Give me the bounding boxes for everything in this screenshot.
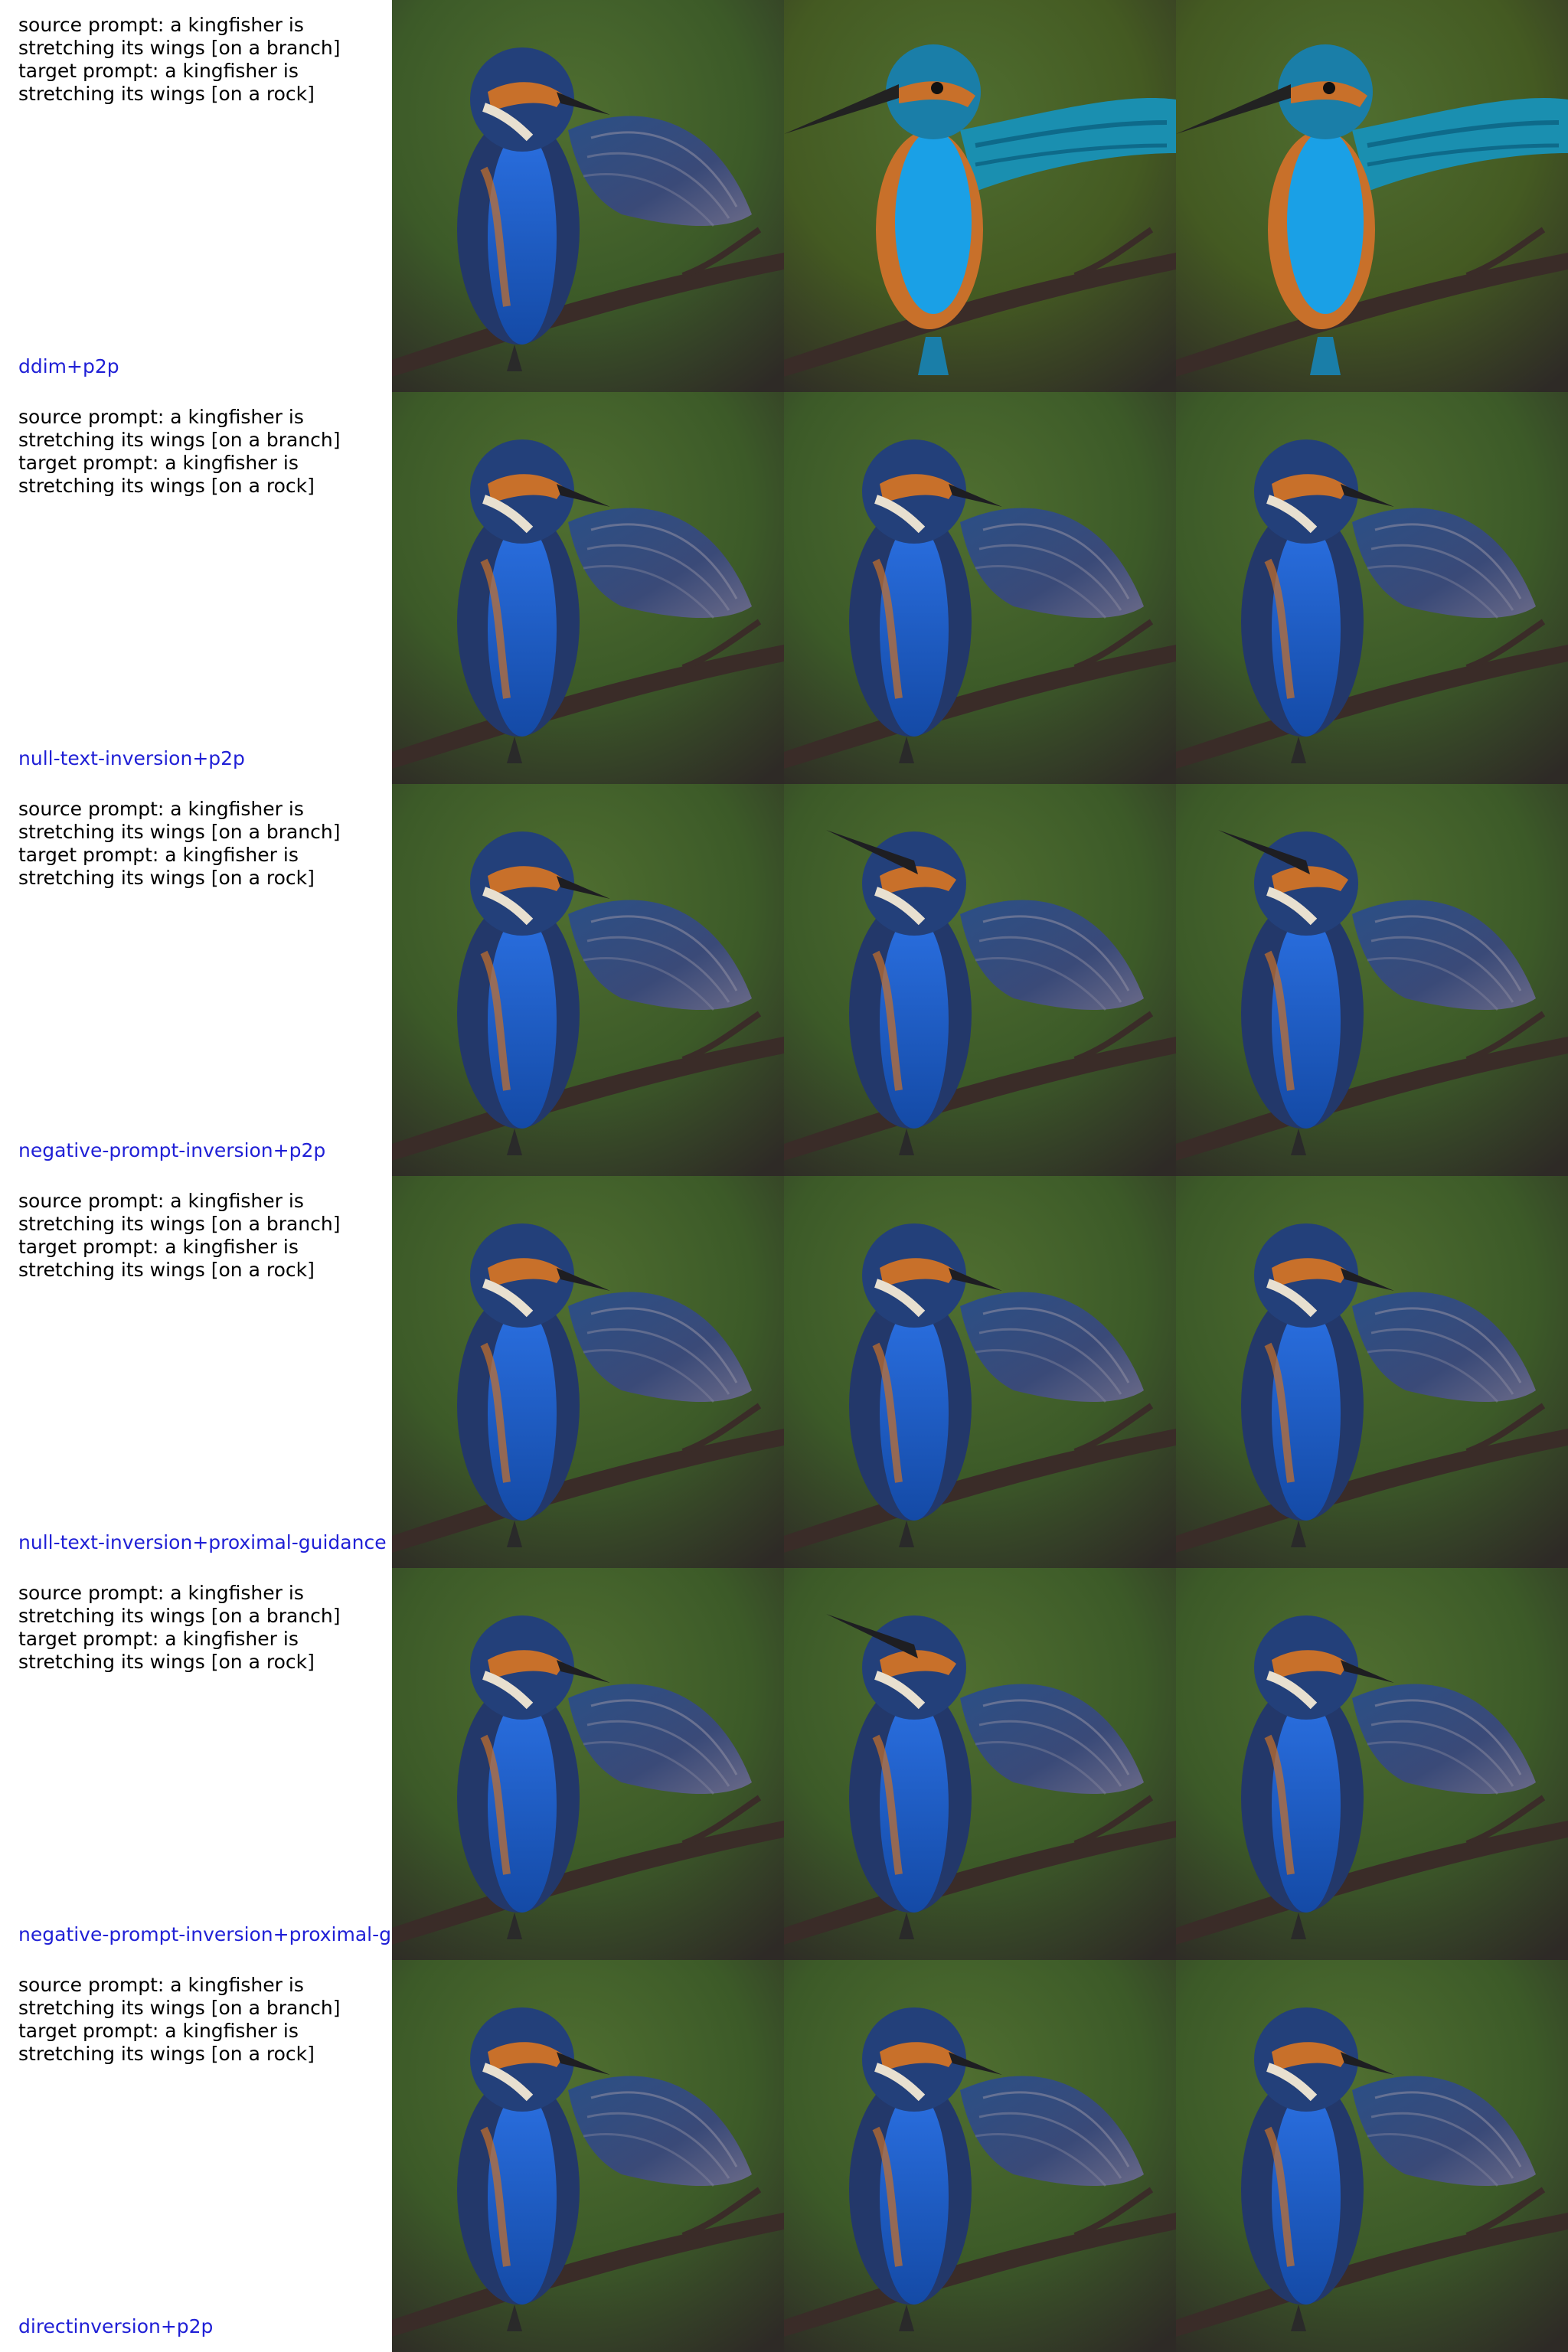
- source-prompt-line: stretching its wings [on a branch]: [18, 821, 341, 843]
- row-label-cell: source prompt: a kingfisher is stretchin…: [0, 392, 392, 784]
- edited-image: [1176, 392, 1568, 784]
- kingfisher-illustration: [1176, 1960, 1568, 2352]
- reconstruction-image: [784, 0, 1176, 392]
- reconstruction-image: [784, 1176, 1176, 1568]
- source-prompt-line: source prompt: a kingfisher is: [18, 798, 304, 820]
- method-label: ddim+p2p: [18, 355, 119, 377]
- target-prompt-line: stretching its wings [on a rock]: [18, 475, 315, 497]
- source-image: [392, 784, 784, 1176]
- kingfisher-illustration: [784, 1568, 1176, 1960]
- method-label: directinversion+p2p: [18, 2315, 214, 2337]
- row-label-cell: source prompt: a kingfisher is stretchin…: [0, 0, 392, 392]
- edited-image: [1176, 1960, 1568, 2352]
- method-label: negative-prompt-inversion+proximal-g: [18, 1923, 391, 1945]
- source-prompt-line: source prompt: a kingfisher is: [18, 406, 304, 428]
- prompt-text: source prompt: a kingfisher is stretchin…: [18, 406, 371, 498]
- target-prompt-line: stretching its wings [on a rock]: [18, 1259, 315, 1281]
- row-label-cell: source prompt: a kingfisher is stretchin…: [0, 1960, 392, 2352]
- source-prompt-line: source prompt: a kingfisher is: [18, 1974, 304, 1996]
- target-prompt-line: target prompt: a kingfisher is: [18, 2020, 299, 2042]
- target-prompt-line: stretching its wings [on a rock]: [18, 1651, 315, 1673]
- kingfisher-illustration: [784, 1176, 1176, 1568]
- reconstruction-image: [784, 392, 1176, 784]
- source-image: [392, 0, 784, 392]
- source-prompt-line: stretching its wings [on a branch]: [18, 37, 341, 59]
- source-image: [392, 1568, 784, 1960]
- prompt-text: source prompt: a kingfisher is stretchin…: [18, 798, 371, 890]
- kingfisher-illustration: [392, 0, 784, 392]
- reconstruction-image: [784, 1568, 1176, 1960]
- kingfisher-illustration: [392, 784, 784, 1176]
- target-prompt-line: stretching its wings [on a rock]: [18, 83, 315, 105]
- method-label: null-text-inversion+p2p: [18, 747, 245, 769]
- target-prompt-line: stretching its wings [on a rock]: [18, 2043, 315, 2065]
- edited-image: [1176, 1568, 1568, 1960]
- kingfisher-illustration: [784, 1960, 1176, 2352]
- target-prompt-line: target prompt: a kingfisher is: [18, 60, 299, 82]
- source-prompt-line: source prompt: a kingfisher is: [18, 1582, 304, 1604]
- source-image: [392, 1960, 784, 2352]
- prompt-text: source prompt: a kingfisher is stretchin…: [18, 1582, 371, 1674]
- kingfisher-illustration: [1176, 1568, 1568, 1960]
- kingfisher-illustration: [392, 1960, 784, 2352]
- method-label: negative-prompt-inversion+p2p: [18, 1139, 326, 1161]
- reconstruction-image: [784, 1960, 1176, 2352]
- prompt-text: source prompt: a kingfisher is stretchin…: [18, 1190, 371, 1282]
- reconstruction-image: [784, 784, 1176, 1176]
- edited-image: [1176, 0, 1568, 392]
- target-prompt-line: target prompt: a kingfisher is: [18, 452, 299, 474]
- source-image: [392, 392, 784, 784]
- prompt-text: source prompt: a kingfisher is stretchin…: [18, 1974, 371, 2066]
- source-prompt-line: source prompt: a kingfisher is: [18, 1190, 304, 1212]
- source-prompt-line: stretching its wings [on a branch]: [18, 1605, 341, 1627]
- kingfisher-illustration: [784, 0, 1176, 392]
- edited-image: [1176, 1176, 1568, 1568]
- row-label-cell: source prompt: a kingfisher is stretchin…: [0, 784, 392, 1176]
- kingfisher-illustration: [1176, 0, 1568, 392]
- target-prompt-line: target prompt: a kingfisher is: [18, 844, 299, 866]
- source-prompt-line: stretching its wings [on a branch]: [18, 429, 341, 451]
- kingfisher-illustration: [1176, 392, 1568, 784]
- source-prompt-line: stretching its wings [on a branch]: [18, 1997, 341, 2019]
- source-image: [392, 1176, 784, 1568]
- row-label-cell: source prompt: a kingfisher is stretchin…: [0, 1176, 392, 1568]
- kingfisher-illustration: [1176, 1176, 1568, 1568]
- edited-image: [1176, 784, 1568, 1176]
- kingfisher-illustration: [392, 392, 784, 784]
- kingfisher-illustration: [784, 784, 1176, 1176]
- row-label-cell: source prompt: a kingfisher is stretchin…: [0, 1568, 392, 1960]
- comparison-grid: source prompt: a kingfisher is stretchin…: [0, 0, 1568, 2352]
- method-label: null-text-inversion+proximal-guidance: [18, 1531, 387, 1553]
- source-prompt-line: source prompt: a kingfisher is: [18, 14, 304, 36]
- source-prompt-line: stretching its wings [on a branch]: [18, 1213, 341, 1235]
- prompt-text: source prompt: a kingfisher is stretchin…: [18, 14, 371, 106]
- target-prompt-line: stretching its wings [on a rock]: [18, 867, 315, 889]
- kingfisher-illustration: [1176, 784, 1568, 1176]
- kingfisher-illustration: [784, 392, 1176, 784]
- kingfisher-illustration: [392, 1568, 784, 1960]
- target-prompt-line: target prompt: a kingfisher is: [18, 1236, 299, 1258]
- kingfisher-illustration: [392, 1176, 784, 1568]
- target-prompt-line: target prompt: a kingfisher is: [18, 1628, 299, 1650]
